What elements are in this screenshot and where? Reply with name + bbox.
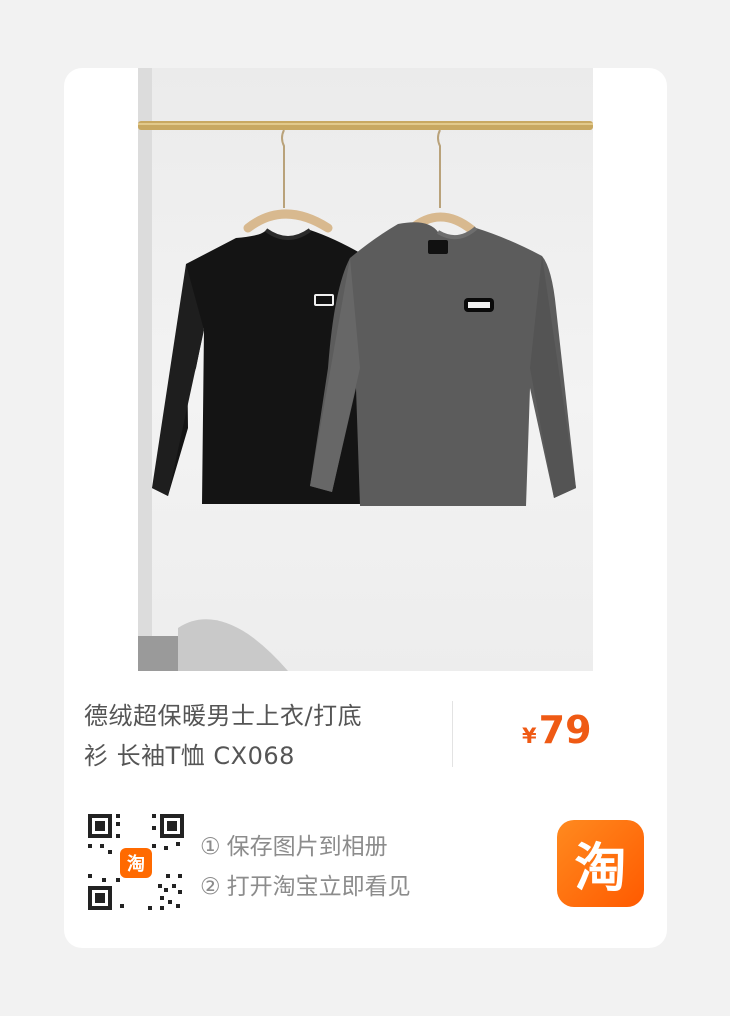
taobao-logo-glyph: 淘	[574, 839, 627, 899]
product-title-line-1: 德绒超保暖男士上衣/打底	[84, 702, 363, 730]
taobao-app-icon[interactable]: 淘	[557, 820, 644, 907]
product-card[interactable]: 德绒超保暖男士上衣/打底 衫 长袖T恤 CX068 ¥79 淘 ① 保存图片到相…	[64, 68, 667, 948]
instruction-step-2: ② 打开淘宝立即看见	[200, 867, 411, 907]
product-title-line-2: 衫 长袖T恤 CX068	[84, 742, 295, 770]
step-text: 保存图片到相册	[226, 834, 388, 860]
qr-code[interactable]: 淘	[86, 812, 186, 912]
price-currency: ¥	[522, 724, 537, 748]
title-price-divider	[452, 701, 453, 767]
product-title[interactable]: 德绒超保暖男士上衣/打底 衫 长袖T恤 CX068	[84, 696, 414, 776]
price-value: 79	[538, 708, 592, 752]
product-price: ¥79	[522, 708, 592, 752]
qr-center-logo: 淘	[127, 853, 145, 875]
instruction-step-1: ① 保存图片到相册	[200, 827, 411, 867]
step-number: ①	[200, 834, 221, 860]
step-number: ②	[200, 874, 221, 900]
step-text: 打开淘宝立即看见	[226, 874, 411, 900]
qr-finder-top-right	[160, 814, 184, 838]
product-image[interactable]	[138, 68, 593, 671]
qr-finder-top-left	[88, 814, 112, 838]
instruction-steps: ① 保存图片到相册 ② 打开淘宝立即看见	[200, 827, 411, 907]
qr-finder-bottom-left	[88, 886, 112, 910]
